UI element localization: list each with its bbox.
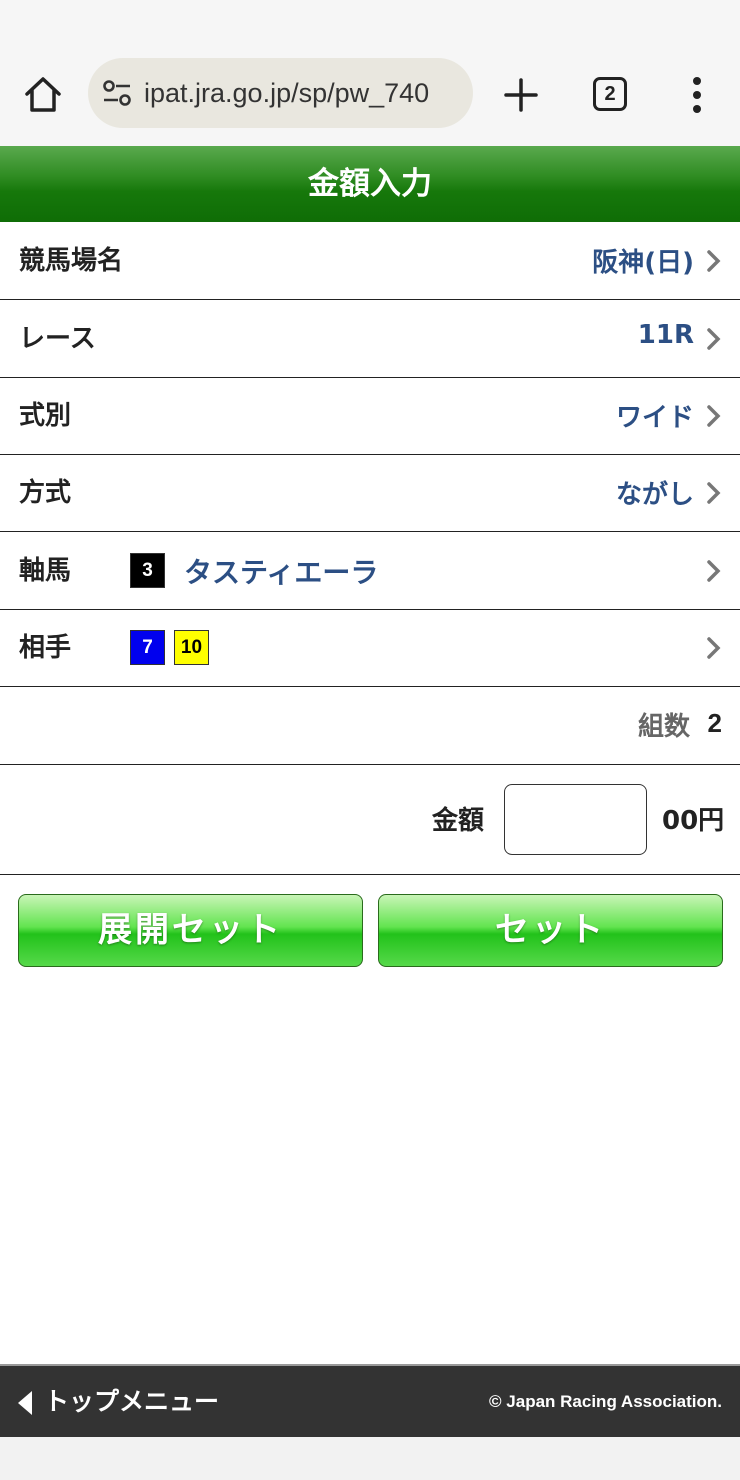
bet-type-label: 式別 xyxy=(19,401,72,431)
race-row[interactable]: レース 11R xyxy=(0,300,740,378)
copyright-text: © Japan Racing Association. xyxy=(489,1392,722,1411)
top-menu-link[interactable]: トップメニュー xyxy=(44,1366,219,1437)
axis-horse-label: 軸馬 xyxy=(19,556,72,586)
amount-unit: 00円 xyxy=(662,806,725,836)
page-title: 金額入力 xyxy=(0,146,740,222)
axis-horse-row[interactable]: 軸馬 3 タスティエーラ xyxy=(0,532,740,610)
browser-toolbar: ipat.jra.go.jp/sp/pw_740 2 xyxy=(0,0,740,146)
partner-horses-label: 相手 xyxy=(19,633,72,663)
chevron-right-icon xyxy=(707,405,721,427)
axis-horse-name: タスティエーラ xyxy=(184,556,379,589)
horse-number-badge: 10 xyxy=(174,630,209,665)
venue-label: 競馬場名 xyxy=(19,246,124,276)
plus-icon[interactable] xyxy=(500,74,542,116)
url-text: ipat.jra.go.jp/sp/pw_740 xyxy=(144,78,430,108)
venue-value: 阪神(日) xyxy=(592,248,694,278)
horse-number-badge: 7 xyxy=(130,630,165,665)
chevron-right-icon xyxy=(707,560,721,582)
footer-bar: トップメニュー © Japan Racing Association. xyxy=(0,1364,740,1437)
bet-type-value: ワイド xyxy=(615,403,694,433)
chevron-right-icon xyxy=(707,482,721,504)
venue-row[interactable]: 競馬場名 阪神(日) xyxy=(0,222,740,300)
combination-count-row: 組数 2 xyxy=(0,687,740,765)
chevron-right-icon xyxy=(707,250,721,272)
method-value: ながし xyxy=(615,480,694,510)
combination-count-value: 2 xyxy=(707,708,722,738)
combination-count-label: 組数 xyxy=(637,712,690,742)
partner-horses-row[interactable]: 相手 7 10 xyxy=(0,610,740,687)
back-arrow-icon[interactable] xyxy=(18,1391,32,1415)
amount-label: 金額 xyxy=(432,806,485,836)
method-label: 方式 xyxy=(19,478,72,508)
tab-count-button[interactable]: 2 xyxy=(593,77,627,111)
method-row[interactable]: 方式 ながし xyxy=(0,455,740,532)
chevron-right-icon xyxy=(707,637,721,659)
home-icon[interactable] xyxy=(22,74,64,116)
bet-type-row[interactable]: 式別 ワイド xyxy=(0,378,740,455)
address-bar[interactable]: ipat.jra.go.jp/sp/pw_740 xyxy=(88,58,473,128)
expand-set-button[interactable]: 展開セット xyxy=(18,894,363,967)
chevron-right-icon xyxy=(707,328,721,350)
system-navigation-bar xyxy=(0,1437,740,1480)
more-vert-icon[interactable] xyxy=(684,74,710,116)
tune-icon[interactable] xyxy=(102,80,132,106)
set-button[interactable]: セット xyxy=(378,894,723,967)
amount-input[interactable] xyxy=(504,784,647,855)
horse-number-badge: 3 xyxy=(130,553,165,588)
race-value: 11R xyxy=(637,320,694,350)
race-label: レース xyxy=(19,324,96,354)
